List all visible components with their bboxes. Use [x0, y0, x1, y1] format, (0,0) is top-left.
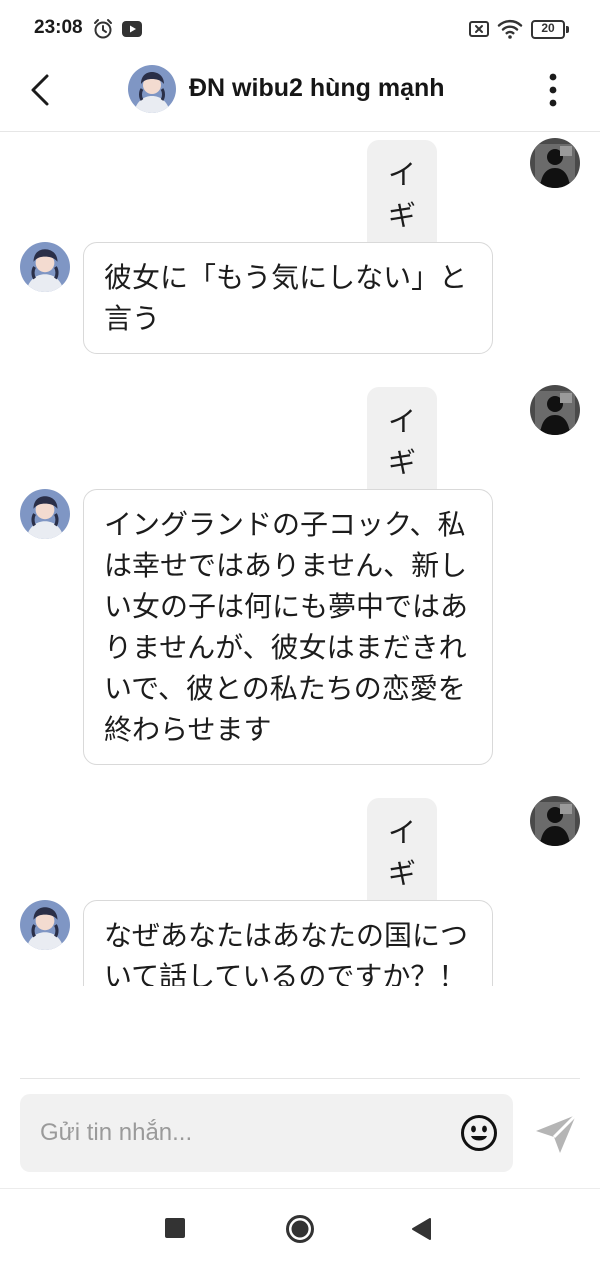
user-avatar — [530, 138, 580, 188]
message-input[interactable] — [40, 1094, 460, 1172]
more-vertical-icon — [549, 73, 557, 107]
circle-icon — [286, 1215, 314, 1243]
nav-back-button[interactable] — [410, 1217, 432, 1245]
square-icon — [165, 1218, 185, 1238]
bot-avatar — [20, 242, 70, 292]
triangle-back-icon — [412, 1218, 431, 1240]
bot-message-bubble[interactable]: 彼女に「もう気にしない」と 言う — [83, 242, 493, 354]
bot-message-bubble[interactable]: なぜあなたはあなたの国につ いて話しているのですか？！ — [83, 900, 493, 986]
bot-message-bubble[interactable]: イングランドの子コック、私 は幸せではありません、新し い女の子は何にも夢中では… — [83, 489, 493, 765]
chat-screen: 23:08 20 ĐN wibu2 hùng mạnh イギ 彼女に「もう気にし… — [0, 0, 600, 1267]
message-composer — [20, 1094, 513, 1172]
back-button[interactable] — [20, 70, 60, 110]
alarm-icon — [92, 18, 114, 44]
send-button[interactable] — [533, 1112, 579, 1156]
composer-divider — [20, 1078, 580, 1079]
system-nav-bar — [0, 1188, 600, 1267]
message-list[interactable]: イギリス 彼女に「もう気にしない」と 言う イギリス イングランドの子コック、私… — [0, 133, 600, 986]
no-sim-icon — [468, 18, 490, 44]
battery-level: 20 — [541, 21, 555, 35]
emoji-button[interactable] — [460, 1114, 498, 1152]
user-avatar — [530, 796, 580, 846]
youtube-icon — [121, 18, 143, 44]
status-time: 23:08 — [34, 17, 83, 38]
status-bar: 23:08 20 — [0, 0, 600, 58]
battery-indicator: 20 — [531, 20, 569, 39]
send-icon — [536, 1113, 578, 1153]
contact-name: ĐN wibu2 hùng mạnh — [189, 74, 445, 102]
contact-avatar[interactable] — [128, 65, 176, 113]
nav-recents-button[interactable] — [164, 1217, 186, 1243]
chat-header: ĐN wibu2 hùng mạnh — [0, 58, 600, 132]
bot-avatar — [20, 900, 70, 950]
more-options-button[interactable] — [535, 68, 571, 112]
user-avatar — [530, 385, 580, 435]
wifi-icon — [497, 18, 523, 44]
nav-home-button[interactable] — [285, 1214, 315, 1248]
bot-avatar — [20, 489, 70, 539]
smiley-icon — [461, 1115, 497, 1151]
chevron-left-icon — [31, 74, 49, 106]
